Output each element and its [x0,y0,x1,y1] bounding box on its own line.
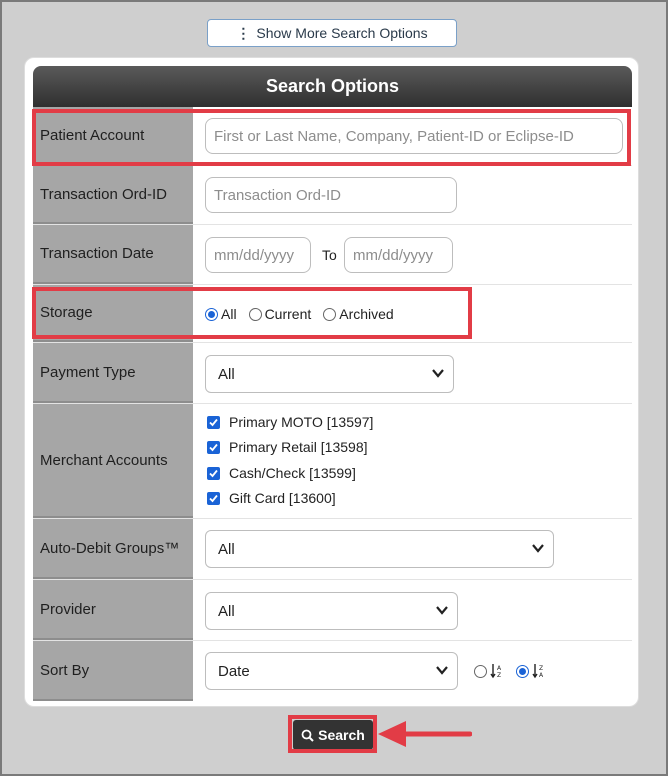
radio-unselected-icon [323,307,337,321]
search-button[interactable]: Search [293,720,373,750]
patient-account-input[interactable]: First or Last Name, Company, Patient-ID … [205,118,623,154]
merchant-account-checkbox[interactable]: Cash/Check [13599] [207,465,356,481]
date-to-input[interactable]: mm/dd/yyyy [344,237,453,273]
storage-label: Storage [33,285,193,342]
transaction-ord-id-row: Transaction Ord-ID Transaction Ord-ID [33,166,632,225]
patient-account-row: Patient Account First or Last Name, Comp… [33,107,632,166]
panel-title: Search Options [33,66,632,107]
merchant-account-checkbox[interactable]: Primary MOTO [13597] [207,414,373,430]
sort-descending-icon: Z A [532,664,544,679]
checkmark-icon [207,491,220,505]
chevron-down-icon [436,606,448,615]
sort-by-row: Sort By Date A Z Z A [33,641,632,701]
payment-type-select[interactable]: All [205,355,454,393]
vertical-dots-icon: ⋮ [236,24,251,41]
sort-ascending-icon: A Z [490,664,502,679]
payment-type-label: Payment Type [33,343,193,403]
sort-by-select[interactable]: Date [205,652,458,690]
checkmark-icon [207,440,220,454]
svg-text:Z: Z [497,672,501,679]
transaction-date-row: Transaction Date mm/dd/yyyy To mm/dd/yyy… [33,225,632,285]
provider-select[interactable]: All [205,592,458,630]
search-icon [301,729,314,742]
transaction-ord-id-label: Transaction Ord-ID [33,166,193,224]
storage-row: Storage All Current Archived [33,285,632,343]
sort-descending-option[interactable]: Z A [516,663,546,679]
merchant-account-checkbox[interactable]: Primary Retail [13598] [207,439,368,455]
radio-unselected-icon [474,664,487,678]
sort-ascending-option[interactable]: A Z [474,663,504,679]
show-more-options-button[interactable]: ⋮ Show More Search Options [207,19,457,47]
sort-by-label: Sort By [33,641,193,701]
provider-label: Provider [33,580,193,640]
svg-text:A: A [539,672,544,679]
chevron-down-icon [432,369,444,378]
search-options-panel: Search Options Patient Account First or … [24,57,639,707]
auto-debit-groups-select[interactable]: All [205,530,554,568]
chevron-down-icon [436,666,448,675]
radio-selected-icon [205,307,218,321]
date-from-input[interactable]: mm/dd/yyyy [205,237,311,273]
svg-text:A: A [497,665,502,672]
svg-text:Z: Z [539,665,543,672]
merchant-account-checkbox[interactable]: Gift Card [13600] [207,490,336,506]
provider-row: Provider All [33,580,632,641]
checkmark-icon [207,466,220,480]
auto-debit-groups-label: Auto-Debit Groups™ [33,519,193,579]
checkmark-icon [207,415,220,429]
transaction-ord-id-input[interactable]: Transaction Ord-ID [205,177,457,213]
storage-option-archived[interactable]: Archived [323,306,394,322]
storage-option-all[interactable]: All [205,306,237,322]
pointer-arrow-icon [378,721,472,747]
show-more-options-label: Show More Search Options [256,25,428,41]
chevron-down-icon [532,544,544,553]
merchant-accounts-label: Merchant Accounts [33,404,193,518]
merchant-accounts-row: Merchant Accounts Primary MOTO [13597] P… [33,404,632,519]
radio-selected-icon [516,664,529,678]
transaction-date-label: Transaction Date [33,225,193,284]
payment-type-row: Payment Type All [33,343,632,404]
auto-debit-groups-row: Auto-Debit Groups™ All [33,519,632,580]
patient-account-label: Patient Account [33,107,193,165]
radio-unselected-icon [248,307,262,321]
storage-option-current[interactable]: Current [248,306,311,322]
date-to-label: To [322,247,337,263]
